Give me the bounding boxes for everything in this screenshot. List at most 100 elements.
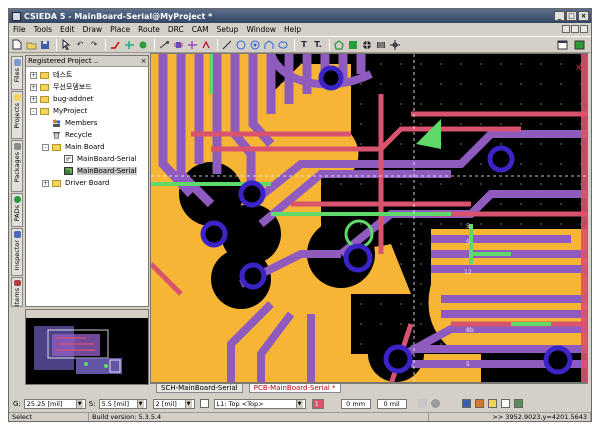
- tree-node-bug-addnet[interactable]: + bug-addnet: [26, 93, 148, 105]
- pad-icon[interactable]: [361, 39, 373, 51]
- shape-icon[interactable]: [277, 39, 289, 51]
- menu-file[interactable]: File: [9, 25, 30, 34]
- db-icon[interactable]: [461, 399, 471, 408]
- open-folder-icon[interactable]: [25, 39, 37, 51]
- new-file-icon[interactable]: [11, 39, 23, 51]
- chevron-down-icon[interactable]: ▼: [295, 399, 303, 408]
- save-icon[interactable]: [39, 39, 51, 51]
- flip-icon[interactable]: [123, 39, 135, 51]
- copper-pour-icon[interactable]: [347, 39, 359, 51]
- snap-size-field[interactable]: 5.5 [mil] ▼: [98, 398, 147, 409]
- tree-node-myproject[interactable]: - MyProject: [26, 105, 148, 117]
- component-icon[interactable]: [172, 39, 184, 51]
- menu-edit[interactable]: Edit: [56, 25, 79, 34]
- tab-pcb-mainboard-serial[interactable]: PCB-MainBoard-Serial *: [248, 384, 341, 393]
- tree-node-test[interactable]: + 테스트: [26, 69, 148, 81]
- circle-icon[interactable]: [235, 39, 247, 51]
- text-icon[interactable]: T: [298, 39, 310, 51]
- x-offset-field[interactable]: 0 mm: [340, 398, 371, 409]
- arc-icon[interactable]: [249, 39, 261, 51]
- tree-node-sch-mainboard-serial[interactable]: MainBoard-Serial: [26, 153, 148, 165]
- menu-draw[interactable]: Draw: [79, 25, 107, 34]
- toolbar-separator: [294, 38, 295, 51]
- undo-icon[interactable]: ↶: [74, 39, 86, 51]
- chevron-down-icon[interactable]: ▼: [75, 399, 83, 408]
- doc-close-icon[interactable]: [580, 25, 588, 33]
- measure-icon[interactable]: [158, 39, 170, 51]
- project-panel-header: Registered Project .. ×: [26, 56, 148, 67]
- layers-icon[interactable]: [487, 399, 497, 408]
- tab-pads[interactable]: PADs: [11, 193, 23, 227]
- tree-node-main-board[interactable]: - Main Board: [26, 141, 148, 153]
- expand-icon[interactable]: +: [30, 83, 37, 91]
- route-icon[interactable]: [109, 39, 121, 51]
- collapse-icon[interactable]: -: [30, 107, 37, 115]
- grid-size-field[interactable]: 25.25 [mil] ▼: [23, 398, 86, 409]
- panel-close-icon[interactable]: ×: [139, 56, 148, 66]
- trace-width-field[interactable]: 2 [mil] ▼: [152, 398, 195, 409]
- menu-route[interactable]: Route: [134, 25, 164, 34]
- minimap-graphic: [26, 318, 148, 384]
- pcb-pad-label: S: [466, 239, 470, 246]
- tree-node-driver-board[interactable]: + Driver Board: [26, 177, 148, 189]
- side-tab-strip: Files Projects Packages PADs Inspector I…: [11, 56, 23, 307]
- split-view-icon[interactable]: [573, 39, 585, 51]
- redo-icon[interactable]: ↷: [88, 39, 100, 51]
- crosshair-icon[interactable]: [389, 39, 401, 51]
- pcb-pad-label: 12: [464, 269, 472, 276]
- layer-select[interactable]: L1: Top <Top> ▼: [213, 398, 306, 409]
- pcb-pad-label: 8b: [466, 327, 474, 334]
- close-button[interactable]: ×: [578, 11, 589, 21]
- tab-items[interactable]: Items: [11, 277, 23, 307]
- tree-node-pcb-mainboard-serial[interactable]: MainBoard-Serial: [26, 165, 148, 177]
- pan-icon[interactable]: [417, 399, 427, 408]
- title-bar[interactable]: CSIEDA 5 - MainBoard-Serial@MyProject * …: [9, 9, 591, 23]
- zoom-icon[interactable]: [430, 399, 440, 408]
- net-icon[interactable]: [186, 39, 198, 51]
- expand-icon[interactable]: +: [30, 95, 37, 103]
- polyline-icon[interactable]: [263, 39, 275, 51]
- collapse-icon[interactable]: -: [42, 143, 49, 151]
- menu-drc[interactable]: DRC: [164, 25, 188, 34]
- menu-place[interactable]: Place: [106, 25, 134, 34]
- keepout-icon[interactable]: [375, 39, 387, 51]
- lock-icon[interactable]: [474, 399, 484, 408]
- expand-icon[interactable]: +: [42, 179, 49, 187]
- expand-icon[interactable]: +: [30, 71, 37, 79]
- pcb-canvas[interactable]: 5 S 12 8b 5 ×: [150, 53, 588, 383]
- layer-color-swatch[interactable]: [199, 399, 209, 408]
- tab-inspector[interactable]: Inspector: [11, 228, 23, 276]
- tree-node-recycle[interactable]: Recycle: [26, 129, 148, 141]
- properties-bar: G: 25.25 [mil] ▼ S: 5.5 [mil] ▼ 2 [mil] …: [9, 397, 591, 410]
- minimize-button[interactable]: _: [554, 11, 565, 21]
- y-offset-field[interactable]: 0 mil: [376, 398, 407, 409]
- document-tab-strip: SCH-MainBoard-Serial PCB-MainBoard-Seria…: [150, 383, 588, 393]
- line-icon[interactable]: [221, 39, 233, 51]
- maximize-button[interactable]: □: [566, 11, 577, 21]
- tree-node-wireless-modem[interactable]: + 무선모뎀보드: [26, 81, 148, 93]
- chevron-down-icon[interactable]: ▼: [184, 399, 192, 408]
- page-icon[interactable]: [500, 399, 510, 408]
- fill-polygon-icon[interactable]: [333, 39, 345, 51]
- chevron-down-icon[interactable]: ▼: [136, 399, 144, 408]
- menu-window[interactable]: Window: [242, 25, 280, 34]
- menu-tools[interactable]: Tools: [30, 25, 56, 34]
- via-icon[interactable]: [137, 39, 149, 51]
- tab-projects[interactable]: Projects: [11, 91, 23, 139]
- board-icon[interactable]: [513, 399, 523, 408]
- bus-icon[interactable]: [200, 39, 212, 51]
- menu-setup[interactable]: Setup: [213, 25, 243, 34]
- tab-files[interactable]: Files: [11, 56, 23, 90]
- menu-help[interactable]: Help: [280, 25, 305, 34]
- board-overview-minimap[interactable]: [25, 309, 149, 385]
- layout-view-icon[interactable]: [556, 39, 568, 51]
- tab-packages[interactable]: Packages: [11, 140, 23, 192]
- menu-cam[interactable]: CAM: [188, 25, 213, 34]
- select-pointer-icon[interactable]: [60, 39, 72, 51]
- tab-sch-mainboard-serial[interactable]: SCH-MainBoard-Serial: [156, 384, 243, 393]
- doc-restore-icon[interactable]: [571, 25, 579, 33]
- project-panel: Registered Project .. × + 테스트 + 무선모뎀보드 +…: [25, 55, 149, 307]
- doc-minimize-icon[interactable]: [562, 25, 570, 33]
- text-style-icon[interactable]: T.: [312, 39, 324, 51]
- tree-node-members[interactable]: Members: [26, 117, 148, 129]
